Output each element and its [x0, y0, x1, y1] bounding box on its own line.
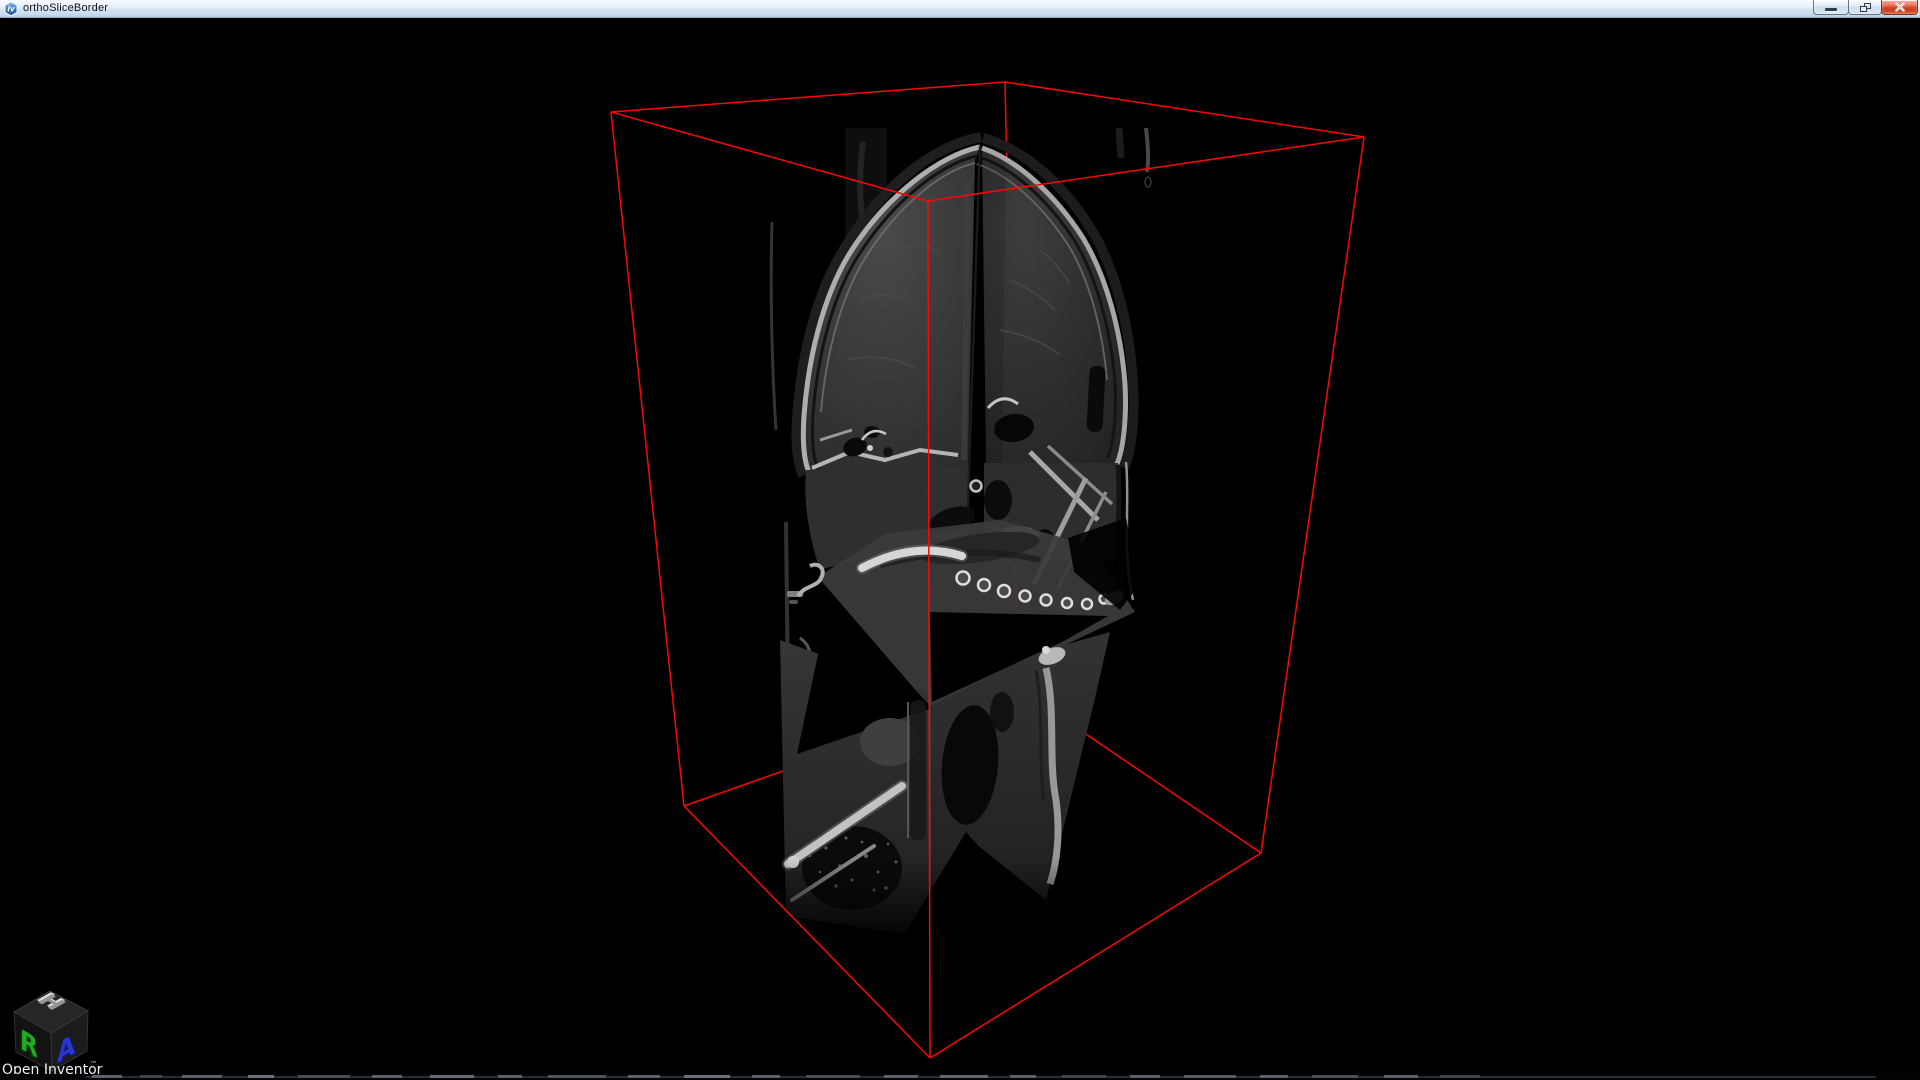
open-inventor-logo: H H R R A A Open Inventor ™ — [2, 989, 103, 1078]
maximize-restore-button[interactable] — [1848, 0, 1882, 15]
close-button[interactable] — [1881, 0, 1918, 15]
render-area-3d-viewport[interactable]: H H R R A A Open Inventor ™ — [0, 0, 1920, 1080]
minimize-button[interactable] — [1813, 0, 1849, 15]
title-bar[interactable]: iv orthoSliceBorder — [0, 0, 1920, 18]
window-app-icon[interactable]: iv — [3, 1, 19, 17]
background-window-edge[interactable] — [0, 1074, 1920, 1080]
logo-trademark: ™ — [90, 1060, 97, 1068]
window-icon-label: iv — [7, 5, 16, 14]
minimize-icon — [1825, 8, 1837, 11]
ct-neck-slices — [770, 598, 1110, 946]
logo-cube: H H R R A A — [14, 989, 88, 1072]
window-title: orthoSliceBorder — [23, 2, 108, 14]
window-controls — [1814, 0, 1918, 15]
close-icon — [1894, 3, 1905, 12]
restore-down-icon — [1860, 3, 1871, 12]
application-window: H H R R A A Open Inventor ™ iv — [0, 0, 1920, 1080]
